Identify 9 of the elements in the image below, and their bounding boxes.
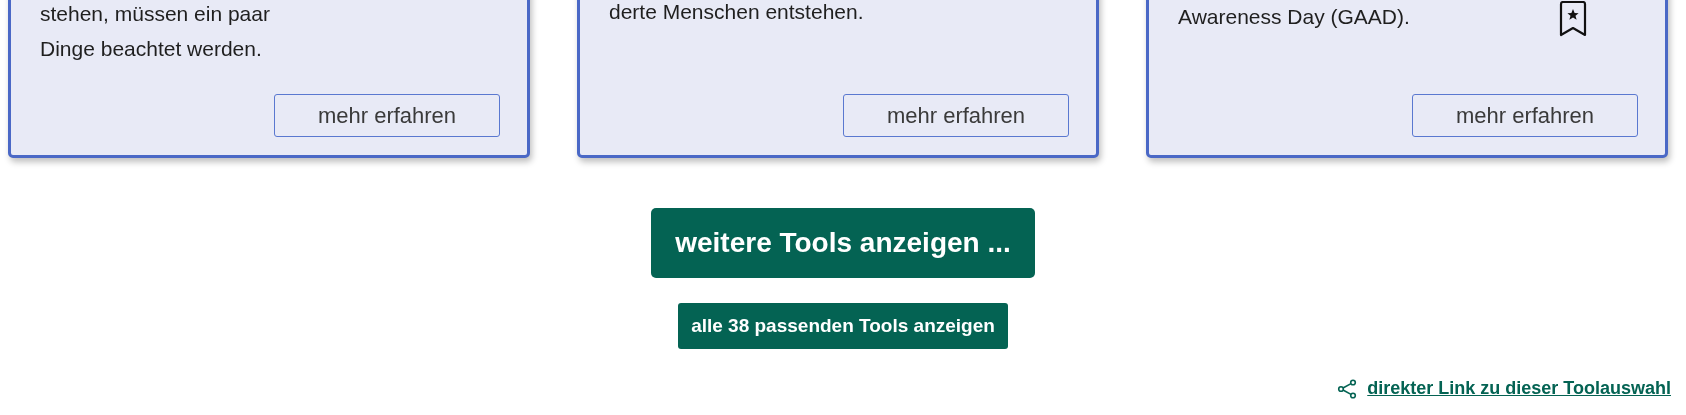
learn-more-button[interactable]: mehr erfahren xyxy=(1412,94,1638,137)
learn-more-button[interactable]: mehr erfahren xyxy=(843,94,1069,137)
all-tools-button[interactable]: alle 38 passenden Tools anzeigen xyxy=(678,303,1008,349)
learn-more-button[interactable]: mehr erfahren xyxy=(274,94,500,137)
more-tools-button[interactable]: weitere Tools anzeigen ... xyxy=(651,208,1035,278)
share-link[interactable]: direkter Link zu dieser Toolauswahl xyxy=(1367,375,1671,402)
card-description: derte Menschen entstehen. xyxy=(609,0,864,25)
card-description: stehen, müssen ein paar Dinge beachtet werden. xyxy=(40,1,270,62)
card-description: Awareness Day (GAAD). xyxy=(1178,4,1410,30)
